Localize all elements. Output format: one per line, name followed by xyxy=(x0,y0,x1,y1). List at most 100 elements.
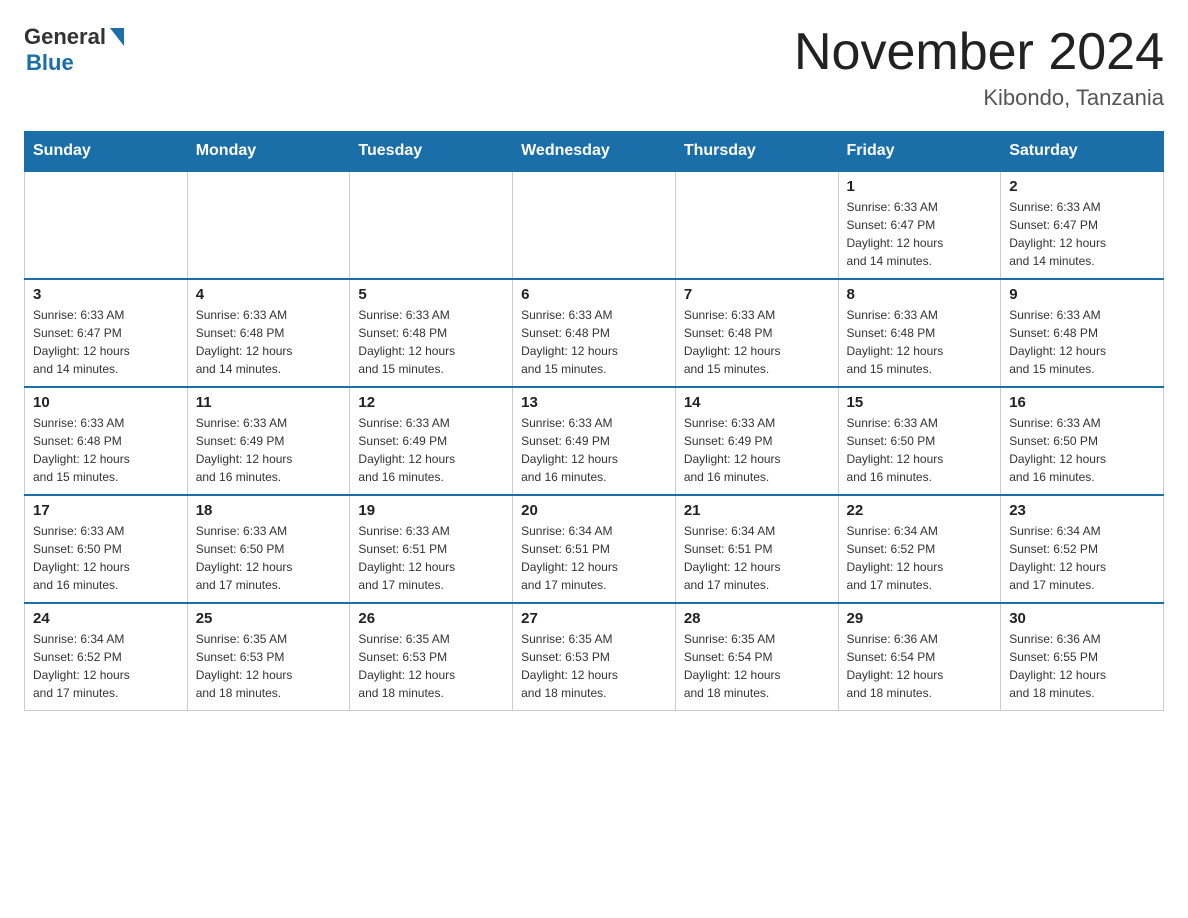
day-info: Sunrise: 6:35 AMSunset: 6:53 PMDaylight:… xyxy=(196,630,342,702)
day-number: 13 xyxy=(521,394,667,411)
calendar-cell: 18 Sunrise: 6:33 AMSunset: 6:50 PMDayligh… xyxy=(187,495,350,603)
page-header: General Blue November 2024 Kibondo, Tanz… xyxy=(24,24,1164,111)
calendar-cell: 8Sunrise: 6:33 AMSunset: 6:48 PMDaylight… xyxy=(838,279,1001,387)
calendar-cell: 17 Sunrise: 6:33 AMSunset: 6:50 PMDayligh… xyxy=(25,495,188,603)
day-info: Sunrise: 6:33 AMSunset: 6:48 PMDaylight:… xyxy=(358,306,504,378)
calendar-cell: 3Sunrise: 6:33 AMSunset: 6:47 PMDaylight… xyxy=(25,279,188,387)
week-row-2: 3Sunrise: 6:33 AMSunset: 6:47 PMDaylight… xyxy=(25,279,1164,387)
day-number: 7 xyxy=(684,286,830,303)
day-number: 2 xyxy=(1009,178,1155,195)
day-number: 4 xyxy=(196,286,342,303)
day-number: 24 xyxy=(33,610,179,627)
location-text: Kibondo, Tanzania xyxy=(794,85,1164,111)
calendar-header-tuesday: Tuesday xyxy=(350,132,513,172)
day-info: Sunrise: 6:33 AMSunset: 6:50 PMDaylight:… xyxy=(847,414,993,486)
calendar-cell: 13 Sunrise: 6:33 AMSunset: 6:49 PMDayligh… xyxy=(513,387,676,495)
day-number: 18 xyxy=(196,502,342,519)
day-number: 3 xyxy=(33,286,179,303)
calendar-cell: 10 Sunrise: 6:33 AMSunset: 6:48 PMDayligh… xyxy=(25,387,188,495)
day-info: Sunrise: 6:35 AMSunset: 6:53 PMDaylight:… xyxy=(358,630,504,702)
day-info: Sunrise: 6:34 AMSunset: 6:51 PMDaylight:… xyxy=(521,522,667,594)
calendar-cell: 27 Sunrise: 6:35 AMSunset: 6:53 PMDayligh… xyxy=(513,603,676,711)
calendar-header-sunday: Sunday xyxy=(25,132,188,172)
day-info: Sunrise: 6:34 AMSunset: 6:52 PMDaylight:… xyxy=(1009,522,1155,594)
day-info: Sunrise: 6:33 AMSunset: 6:49 PMDaylight:… xyxy=(684,414,830,486)
day-info: Sunrise: 6:35 AMSunset: 6:54 PMDaylight:… xyxy=(684,630,830,702)
logo: General Blue xyxy=(24,24,124,76)
calendar-cell: 19 Sunrise: 6:33 AMSunset: 6:51 PMDayligh… xyxy=(350,495,513,603)
calendar-cell: 16 Sunrise: 6:33 AMSunset: 6:50 PMDayligh… xyxy=(1001,387,1164,495)
calendar-header-saturday: Saturday xyxy=(1001,132,1164,172)
logo-blue-text: Blue xyxy=(26,50,74,76)
day-number: 10 xyxy=(33,394,179,411)
day-number: 21 xyxy=(684,502,830,519)
calendar-cell: 28 Sunrise: 6:35 AMSunset: 6:54 PMDayligh… xyxy=(675,603,838,711)
month-title: November 2024 xyxy=(794,24,1164,81)
day-number: 23 xyxy=(1009,502,1155,519)
day-number: 19 xyxy=(358,502,504,519)
day-number: 8 xyxy=(847,286,993,303)
calendar-cell: 5 Sunrise: 6:33 AMSunset: 6:48 PMDaylight… xyxy=(350,279,513,387)
day-info: Sunrise: 6:36 AMSunset: 6:54 PMDaylight:… xyxy=(847,630,993,702)
day-number: 12 xyxy=(358,394,504,411)
week-row-1: 1Sunrise: 6:33 AMSunset: 6:47 PMDaylight… xyxy=(25,171,1164,279)
logo-general-text: General xyxy=(24,24,106,50)
day-number: 25 xyxy=(196,610,342,627)
day-number: 29 xyxy=(847,610,993,627)
calendar-cell: 29 Sunrise: 6:36 AMSunset: 6:54 PMDayligh… xyxy=(838,603,1001,711)
calendar-cell: 9Sunrise: 6:33 AMSunset: 6:48 PMDaylight… xyxy=(1001,279,1164,387)
calendar-header-wednesday: Wednesday xyxy=(513,132,676,172)
day-number: 14 xyxy=(684,394,830,411)
day-info: Sunrise: 6:33 AMSunset: 6:50 PMDaylight:… xyxy=(196,522,342,594)
day-number: 5 xyxy=(358,286,504,303)
day-info: Sunrise: 6:33 AMSunset: 6:48 PMDaylight:… xyxy=(33,414,179,486)
day-info: Sunrise: 6:34 AMSunset: 6:51 PMDaylight:… xyxy=(684,522,830,594)
day-info: Sunrise: 6:33 AMSunset: 6:50 PMDaylight:… xyxy=(33,522,179,594)
calendar-cell: 30 Sunrise: 6:36 AMSunset: 6:55 PMDayligh… xyxy=(1001,603,1164,711)
day-number: 17 xyxy=(33,502,179,519)
day-info: Sunrise: 6:33 AMSunset: 6:48 PMDaylight:… xyxy=(196,306,342,378)
day-number: 15 xyxy=(847,394,993,411)
calendar-header-thursday: Thursday xyxy=(675,132,838,172)
day-info: Sunrise: 6:33 AMSunset: 6:48 PMDaylight:… xyxy=(1009,306,1155,378)
calendar-header-row: SundayMondayTuesdayWednesdayThursdayFrid… xyxy=(25,132,1164,172)
calendar-cell xyxy=(350,171,513,279)
day-info: Sunrise: 6:33 AMSunset: 6:49 PMDaylight:… xyxy=(358,414,504,486)
day-info: Sunrise: 6:34 AMSunset: 6:52 PMDaylight:… xyxy=(847,522,993,594)
calendar-header-monday: Monday xyxy=(187,132,350,172)
calendar-cell: 26 Sunrise: 6:35 AMSunset: 6:53 PMDayligh… xyxy=(350,603,513,711)
logo-arrow-icon xyxy=(110,28,124,46)
day-number: 27 xyxy=(521,610,667,627)
calendar-cell: 22 Sunrise: 6:34 AMSunset: 6:52 PMDayligh… xyxy=(838,495,1001,603)
calendar-header-friday: Friday xyxy=(838,132,1001,172)
calendar-cell: 14 Sunrise: 6:33 AMSunset: 6:49 PMDayligh… xyxy=(675,387,838,495)
calendar-cell xyxy=(187,171,350,279)
calendar-cell: 7 Sunrise: 6:33 AMSunset: 6:48 PMDaylight… xyxy=(675,279,838,387)
day-number: 20 xyxy=(521,502,667,519)
day-info: Sunrise: 6:33 AMSunset: 6:49 PMDaylight:… xyxy=(521,414,667,486)
day-number: 26 xyxy=(358,610,504,627)
day-number: 6 xyxy=(521,286,667,303)
calendar-cell: 6 Sunrise: 6:33 AMSunset: 6:48 PMDaylight… xyxy=(513,279,676,387)
week-row-3: 10 Sunrise: 6:33 AMSunset: 6:48 PMDayligh… xyxy=(25,387,1164,495)
calendar-cell: 11 Sunrise: 6:33 AMSunset: 6:49 PMDayligh… xyxy=(187,387,350,495)
day-number: 11 xyxy=(196,394,342,411)
day-number: 28 xyxy=(684,610,830,627)
calendar-cell: 20 Sunrise: 6:34 AMSunset: 6:51 PMDayligh… xyxy=(513,495,676,603)
calendar-cell: 15 Sunrise: 6:33 AMSunset: 6:50 PMDayligh… xyxy=(838,387,1001,495)
calendar-cell: 21 Sunrise: 6:34 AMSunset: 6:51 PMDayligh… xyxy=(675,495,838,603)
calendar-cell: 25 Sunrise: 6:35 AMSunset: 6:53 PMDayligh… xyxy=(187,603,350,711)
day-number: 30 xyxy=(1009,610,1155,627)
calendar-cell: 23 Sunrise: 6:34 AMSunset: 6:52 PMDayligh… xyxy=(1001,495,1164,603)
day-info: Sunrise: 6:33 AMSunset: 6:49 PMDaylight:… xyxy=(196,414,342,486)
day-info: Sunrise: 6:33 AMSunset: 6:51 PMDaylight:… xyxy=(358,522,504,594)
day-info: Sunrise: 6:33 AMSunset: 6:48 PMDaylight:… xyxy=(684,306,830,378)
calendar-cell: 12 Sunrise: 6:33 AMSunset: 6:49 PMDayligh… xyxy=(350,387,513,495)
day-info: Sunrise: 6:36 AMSunset: 6:55 PMDaylight:… xyxy=(1009,630,1155,702)
day-number: 22 xyxy=(847,502,993,519)
calendar-cell: 24Sunrise: 6:34 AMSunset: 6:52 PMDayligh… xyxy=(25,603,188,711)
day-info: Sunrise: 6:35 AMSunset: 6:53 PMDaylight:… xyxy=(521,630,667,702)
day-info: Sunrise: 6:33 AMSunset: 6:48 PMDaylight:… xyxy=(521,306,667,378)
day-number: 16 xyxy=(1009,394,1155,411)
day-info: Sunrise: 6:33 AMSunset: 6:50 PMDaylight:… xyxy=(1009,414,1155,486)
